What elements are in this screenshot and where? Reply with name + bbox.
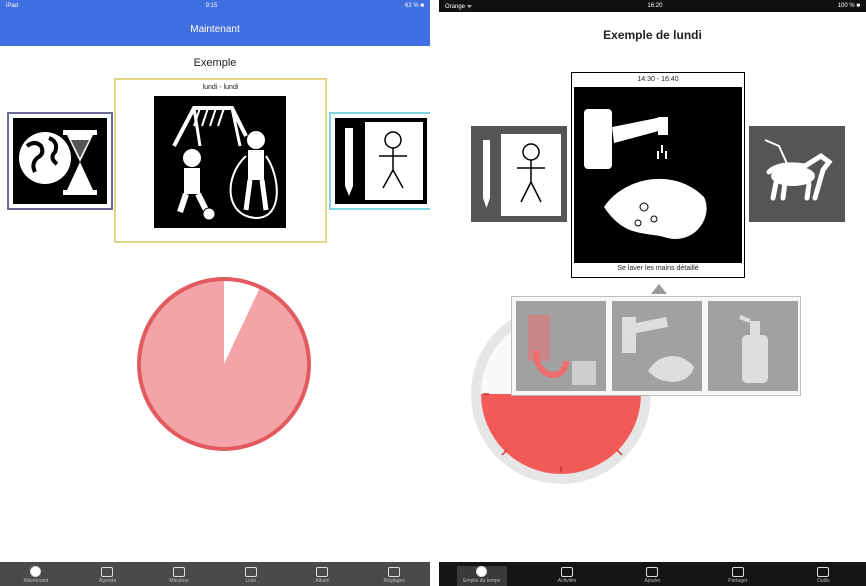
battery-label: 100 % ■ [837,3,860,9]
tab-label: Outils [816,578,830,584]
current-activity-time: 14:30 - 16:40 [637,76,679,83]
tab-maintenant[interactable]: Maintenant [11,566,61,586]
tab-réglages[interactable]: Réglages [369,567,419,586]
pencil-drawing-pictogram [345,122,423,200]
tab-minuteur[interactable]: Minuteur [154,567,204,586]
tab-bar: Maintenant Agenda Minuteur Liste Album Réglag… [0,562,430,586]
tab-label: Activités [557,578,577,584]
screens-divider [430,0,439,586]
calendar-icon [476,566,488,577]
add-icon [646,567,659,577]
popup-arrow [651,284,667,294]
previous-activity-card[interactable] [7,112,113,210]
battery-label: 62 % ■ [405,3,424,9]
tab-agenda[interactable]: Agenda [82,567,132,586]
guide-dog-pictogram [764,139,833,201]
tab-outils[interactable]: Outils [798,567,848,586]
tab-partager[interactable]: Partager [713,567,763,586]
tab-label: Agenda [98,578,117,584]
next-activity-card[interactable] [749,126,845,222]
tools-icon [817,567,830,577]
tab-emploi-du-temps[interactable]: Emploi du temps [456,566,507,586]
right-screen: Orange ᯤ 16:20 100 % ■ Exemple de lundi … [439,0,866,586]
carrier-label: Orange ᯤ [445,4,473,10]
calendar-icon [101,567,114,577]
activity-steps-popup[interactable] [511,296,801,396]
next-activity-card[interactable] [329,112,430,210]
step-tile[interactable] [708,301,798,391]
tab-label: Liste [245,578,257,584]
nav-title: Maintenant [190,23,240,35]
clock-label: 16:20 [647,3,663,9]
tab-label: Emploi du temps [463,578,501,584]
tab-label: Album [315,578,330,584]
album-icon [316,567,329,577]
step-tile[interactable] [612,301,702,391]
tab-ajouter[interactable]: Ajouter [627,567,677,586]
list-icon [244,567,257,577]
tab-label: Maintenant [23,578,49,584]
soap-bottle-pictogram [739,315,768,383]
clock-label: 9:15 [205,3,218,9]
clock-icon [30,566,42,577]
visual-timer[interactable] [134,276,314,452]
share-icon [731,567,744,577]
current-activity-card[interactable]: lundi - lundi [114,78,327,243]
tab-activités[interactable]: Activités [542,567,592,586]
wash-hands-step-pictogram [622,317,694,382]
tab-label: Ajouter [644,578,661,584]
current-activity-card[interactable]: 14:30 - 16:40 Se laver les mains détaill… [571,72,745,278]
timer-icon [173,567,186,577]
status-bar: Orange ᯤ 16:20 100 % ■ [439,0,866,12]
previous-activity-card[interactable] [471,126,567,222]
page-title: Exemple de lundi [603,28,702,42]
washing-hands-pictogram [584,109,715,239]
tab-bar: Emploi du temps Activités Ajouter Partager O… [439,562,866,586]
page-title: Exemple [193,57,237,69]
status-bar: iPad 9:15 62 % ■ [0,0,430,12]
earth-hourglass-pictogram [19,130,97,195]
list-icon [561,567,574,577]
carrier-label: iPad [6,3,19,9]
current-activity-caption: lundi - lundi [202,84,239,91]
nav-bar: Maintenant [0,12,430,46]
tab-liste[interactable]: Liste [226,567,276,586]
pencil-drawing-pictogram [483,134,561,216]
current-activity-caption: Se laver les mains détaillé [617,265,699,272]
settings-icon [388,567,401,577]
left-screen: iPad 9:15 62 % ■ Maintenant Exemple lund… [0,0,430,586]
tab-label: Partager [728,578,748,584]
tab-label: Réglages [383,578,405,584]
tab-label: Minuteur [169,578,189,584]
tab-album[interactable]: Album [297,567,347,586]
step-tile[interactable] [516,301,606,391]
children-playing-pictogram [172,106,278,221]
faucet-on-pictogram [528,315,596,385]
